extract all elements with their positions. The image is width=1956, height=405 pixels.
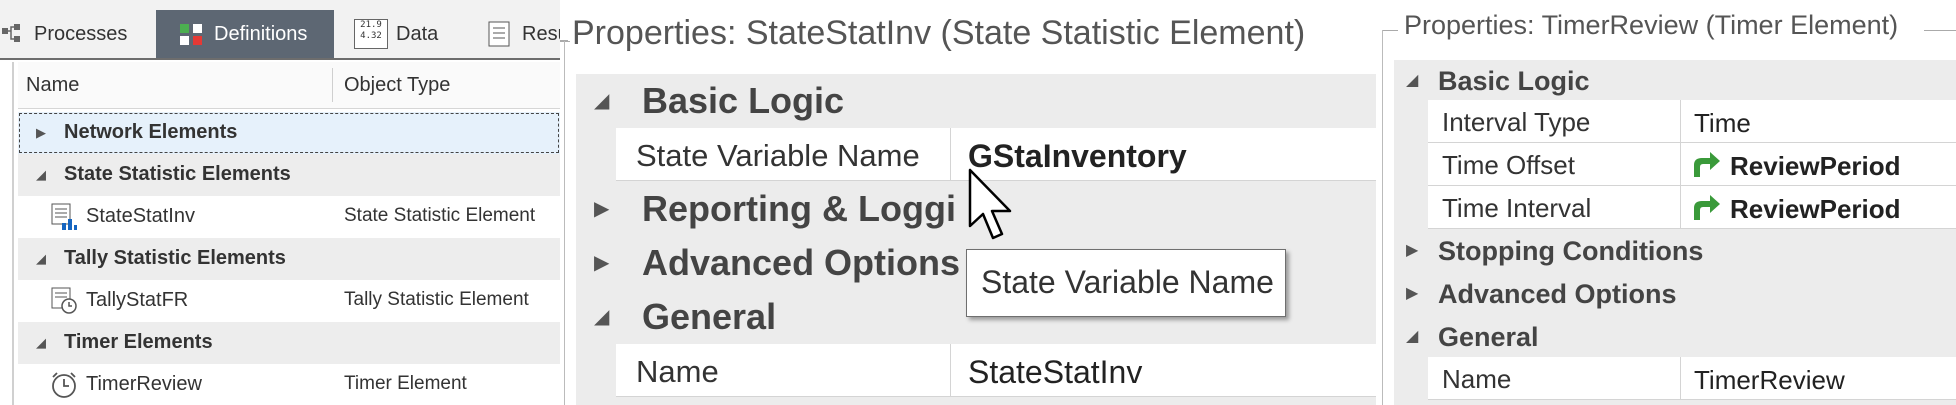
- tree-item-timerreview[interactable]: TimerReview Timer Element: [18, 364, 560, 405]
- timer-icon: [50, 371, 78, 399]
- column-divider: [1680, 100, 1681, 142]
- property-value-field[interactable]: ReviewPeriod: [1730, 151, 1901, 182]
- tooltip: State Variable Name: [966, 249, 1286, 317]
- definitions-icon: [178, 20, 206, 48]
- tab-definitions[interactable]: Definitions: [156, 10, 334, 58]
- project-explorer-panel: Processes Definitions 21.94.32 Data Resu…: [0, 0, 560, 405]
- group-tally-statistic-elements[interactable]: ◢ Tally Statistic Elements: [18, 238, 560, 280]
- tree-item-tallystatfr[interactable]: TallyStatFR Tally Statistic Element: [18, 280, 560, 322]
- property-interval-type[interactable]: Interval Type Time: [1428, 100, 1956, 143]
- groupbox-line: [1924, 30, 1956, 31]
- column-divider: [950, 344, 951, 396]
- category-general[interactable]: ◢ General: [1394, 316, 1956, 356]
- tab-processes[interactable]: Processes: [0, 10, 156, 58]
- groupbox-line: [560, 41, 570, 42]
- properties-title: Properties: TimerReview (Timer Element): [1404, 10, 1899, 40]
- collapse-arrow-icon[interactable]: ◢: [594, 304, 609, 329]
- column-type-header[interactable]: Object Type: [344, 74, 450, 97]
- tab-label: Resu: [522, 22, 560, 45]
- collapse-arrow-icon[interactable]: ◢: [36, 251, 46, 267]
- property-time-offset[interactable]: Time Offset ReviewPeriod: [1428, 143, 1956, 186]
- tab-results[interactable]: Resu: [486, 10, 560, 58]
- results-icon: [486, 20, 514, 48]
- column-divider: [1680, 357, 1681, 399]
- tab-label: Data: [396, 22, 439, 45]
- properties-title: Properties: StateStatInv (State Statisti…: [560, 14, 1306, 52]
- groupbox-border: [564, 41, 565, 405]
- collapse-arrow-icon[interactable]: ◢: [36, 335, 46, 351]
- group-network-elements[interactable]: ▶ Network Elements: [18, 112, 560, 154]
- collapse-arrow-icon[interactable]: ◢: [36, 167, 46, 183]
- data-table-icon: 21.9 4.32: [354, 19, 388, 49]
- collapse-arrow-icon[interactable]: ◢: [1406, 70, 1418, 90]
- property-name[interactable]: Name TimerReview: [1428, 357, 1956, 400]
- collapse-arrow-icon[interactable]: ◢: [1406, 326, 1418, 346]
- reference-arrow-icon: [1690, 192, 1722, 222]
- state-statistic-icon: [50, 203, 78, 231]
- tree-item-statestatinv[interactable]: StateStatInv State Statistic Element: [18, 196, 560, 238]
- processes-icon: [0, 20, 26, 48]
- tree-border: [12, 62, 14, 405]
- expand-arrow-icon[interactable]: ▶: [36, 125, 46, 141]
- properties-panel-timerreview: Properties: TimerReview (Timer Element) …: [1376, 0, 1956, 405]
- column-divider: [1680, 143, 1681, 185]
- group-timer-elements[interactable]: ◢ Timer Elements: [18, 322, 560, 364]
- property-value-field[interactable]: Time: [1694, 108, 1751, 139]
- property-value-field[interactable]: ReviewPeriod: [1730, 194, 1901, 225]
- reference-arrow-icon: [1690, 149, 1722, 179]
- collapse-arrow-icon[interactable]: ◢: [594, 88, 609, 113]
- category-basic-logic[interactable]: ◢ Basic Logic: [1394, 60, 1956, 100]
- expand-arrow-icon[interactable]: ▶: [1406, 283, 1418, 303]
- tree-column-header: Name Object Type: [18, 62, 560, 109]
- category-advanced-options[interactable]: ▶ Advanced Options: [1394, 273, 1956, 313]
- mouse-cursor-icon: [968, 168, 1018, 242]
- category-basic-logic[interactable]: ◢ Basic Logic: [576, 76, 1376, 124]
- property-name[interactable]: Name StateStatInv: [616, 344, 1376, 397]
- property-value-field[interactable]: TimerReview: [1694, 365, 1845, 396]
- expand-arrow-icon[interactable]: ▶: [594, 250, 609, 275]
- group-state-statistic-elements[interactable]: ◢ State Statistic Elements: [18, 154, 560, 196]
- tab-label: Definitions: [214, 22, 308, 45]
- column-name-header[interactable]: Name: [26, 74, 79, 97]
- column-divider: [1680, 186, 1681, 228]
- groupbox-border: [1382, 30, 1383, 405]
- expand-arrow-icon[interactable]: ▶: [594, 196, 609, 221]
- tally-statistic-icon: [50, 287, 78, 315]
- column-divider: [950, 128, 951, 180]
- column-divider[interactable]: [332, 68, 333, 102]
- tab-data[interactable]: 21.9 4.32 Data: [354, 10, 474, 58]
- groupbox-line: [1382, 30, 1398, 31]
- explorer-tabbar: Processes Definitions 21.94.32 Data Resu: [0, 0, 560, 60]
- expand-arrow-icon[interactable]: ▶: [1406, 240, 1418, 260]
- property-value-field[interactable]: StateStatInv: [968, 354, 1142, 391]
- property-time-interval[interactable]: Time Interval ReviewPeriod: [1428, 186, 1956, 229]
- category-stopping-conditions[interactable]: ▶ Stopping Conditions: [1394, 230, 1956, 270]
- tab-label: Processes: [34, 22, 128, 45]
